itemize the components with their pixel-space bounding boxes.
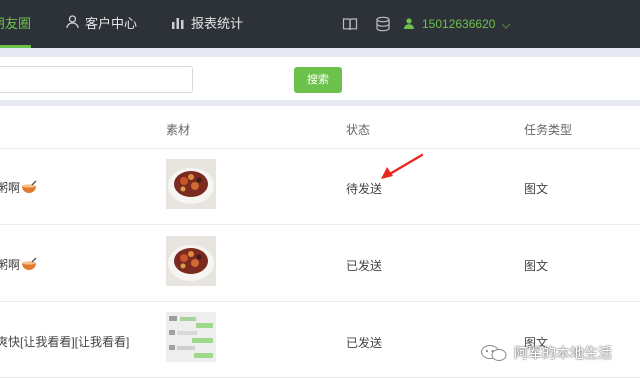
- user-icon: [404, 1, 414, 49]
- row-content: 粥啊: [0, 256, 37, 274]
- divider-band: [0, 100, 640, 106]
- wechat-logo-icon: [480, 344, 508, 365]
- user-menu[interactable]: 15012636620: [404, 0, 511, 48]
- soup-bowl-icon: [21, 257, 37, 274]
- nav-tab-label: 报表统计: [191, 16, 244, 31]
- row-content: 爽快[让我看看][让我看看]: [0, 335, 130, 349]
- book-icon[interactable]: [342, 16, 358, 32]
- content-text: 粥啊: [0, 181, 21, 195]
- bar-chart-icon: [171, 1, 185, 49]
- soup-bowl-icon: [21, 180, 37, 197]
- nav-tab-label: 客户中心: [85, 16, 138, 31]
- top-navbar: 朋友圈 客户中心 报表统计 15012636620: [0, 0, 640, 48]
- row-content: 粥啊: [0, 179, 37, 197]
- row-divider: [0, 377, 640, 378]
- divider-band: [0, 48, 640, 57]
- column-header-status: 状态: [346, 123, 371, 137]
- row-divider: [0, 148, 640, 149]
- column-header-material: 素材: [166, 123, 191, 137]
- user-phone: 15012636620: [422, 17, 496, 31]
- status-text: 待发送: [346, 182, 383, 196]
- status-text: 已发送: [346, 259, 383, 273]
- row-divider: [0, 224, 640, 225]
- annotation-arrow-icon: [380, 152, 426, 185]
- person-icon: [66, 1, 79, 49]
- status-text: 已发送: [346, 336, 383, 350]
- watermark-text: 阿军的本地生活: [514, 346, 612, 362]
- column-header-task-type: 任务类型: [524, 123, 573, 137]
- chevron-down-icon: [501, 1, 511, 49]
- task-type-text: 图文: [524, 259, 549, 273]
- food-bowl-thumbnail[interactable]: [166, 236, 216, 286]
- task-type-text: 图文: [524, 182, 549, 196]
- nav-tab-label: 朋友圈: [0, 16, 32, 31]
- chat-screenshot-thumbnail[interactable]: [166, 312, 216, 362]
- database-icon[interactable]: [375, 16, 391, 32]
- nav-tab-customer-center[interactable]: 客户中心: [66, 0, 137, 48]
- food-bowl-thumbnail[interactable]: [166, 159, 216, 209]
- search-input[interactable]: [0, 66, 193, 93]
- nav-tab-reports[interactable]: 报表统计: [171, 0, 243, 48]
- content-text: 粥啊: [0, 258, 21, 272]
- search-button[interactable]: 搜索: [294, 67, 342, 93]
- row-divider: [0, 301, 640, 302]
- nav-tab-moments[interactable]: 朋友圈: [0, 0, 32, 48]
